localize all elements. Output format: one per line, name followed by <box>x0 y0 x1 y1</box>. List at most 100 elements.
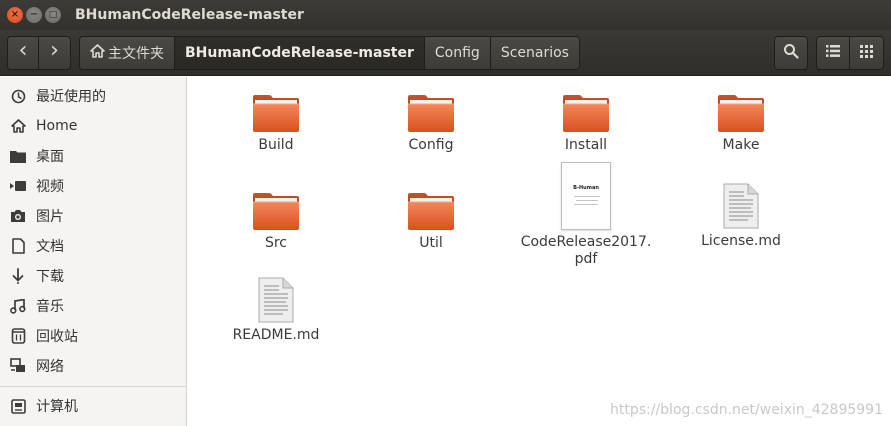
breadcrumb-home[interactable]: 主文件夹 <box>79 35 175 70</box>
title-bar: × − □ BHumanCodeRelease-master <box>0 0 891 30</box>
sidebar-item-label: Home <box>36 118 78 134</box>
file-item-util[interactable]: Util <box>361 191 501 252</box>
breadcrumb: 主文件夹 BHumanCodeRelease-master Config Sce… <box>79 35 580 70</box>
toolbar: ‹ › 主文件夹 BHumanCodeRelease-master Config… <box>0 30 891 76</box>
document-icon <box>10 238 26 254</box>
pdf-text-line <box>574 204 598 205</box>
sidebar-item-videos[interactable]: 视频 <box>0 171 186 201</box>
view-toggle <box>816 36 884 70</box>
watermark: https://blog.csdn.net/weixin_42895991 <box>609 402 883 418</box>
breadcrumb-current-label: BHumanCodeRelease-master <box>185 44 414 61</box>
file-item-config[interactable]: Config <box>361 93 501 154</box>
home-icon <box>10 118 26 134</box>
sidebar-item-pictures[interactable]: 图片 <box>0 201 186 231</box>
chevron-right-icon: › <box>50 38 59 63</box>
breadcrumb-config-label: Config <box>434 44 480 61</box>
list-view-icon <box>826 45 840 61</box>
sidebar-item-network[interactable]: 网络 <box>0 351 186 381</box>
file-name: Config <box>408 137 454 153</box>
sidebar-item-label: 视频 <box>36 179 64 195</box>
pdf-thumbnail-title: B-Human <box>573 185 599 191</box>
sidebar-item-home[interactable]: Home <box>0 111 186 141</box>
camera-icon <box>10 208 26 224</box>
navigation-buttons: ‹ › <box>7 35 71 70</box>
search-button[interactable] <box>774 36 808 70</box>
search-icon <box>783 43 799 63</box>
minimize-icon: − <box>29 9 39 20</box>
sidebar-item-label: 文档 <box>36 239 64 255</box>
sidebar-item-label: 图片 <box>36 209 64 225</box>
window-controls: × − □ <box>7 7 61 23</box>
breadcrumb-scenarios[interactable]: Scenarios <box>490 35 580 70</box>
clock-icon <box>10 88 26 104</box>
video-icon <box>10 178 26 194</box>
folder-icon <box>407 191 455 231</box>
sidebar-item-label: 计算机 <box>36 399 78 415</box>
text-file-icon <box>722 183 760 229</box>
maximize-icon: □ <box>48 9 58 20</box>
sidebar-item-label: 网络 <box>36 359 64 375</box>
list-view-button[interactable] <box>816 36 850 70</box>
sidebar-item-downloads[interactable]: 下载 <box>0 261 186 291</box>
sidebar-item-label: 音乐 <box>36 299 64 315</box>
folder-icon <box>252 191 300 231</box>
grid-view-button[interactable] <box>850 36 884 70</box>
file-name: Src <box>264 235 288 251</box>
sidebar-item-recent[interactable]: 最近使用的 <box>0 81 186 111</box>
file-view: Build Config Install Make Src Util B-Hum… <box>192 77 891 426</box>
file-item-make[interactable]: Make <box>671 93 811 154</box>
chevron-left-icon: ‹ <box>18 38 28 63</box>
breadcrumb-scenarios-label: Scenarios <box>500 44 569 61</box>
breadcrumb-current[interactable]: BHumanCodeRelease-master <box>175 35 425 70</box>
sidebar-divider <box>0 386 186 387</box>
sidebar-item-trash[interactable]: 回收站 <box>0 321 186 351</box>
file-name: Build <box>258 137 294 153</box>
file-name: Install <box>564 137 608 153</box>
file-name: README.md <box>232 327 320 343</box>
sidebar-item-label: 最近使用的 <box>36 89 106 105</box>
file-name: License.md <box>701 233 781 249</box>
folder-icon <box>407 93 455 133</box>
sidebar-item-music[interactable]: 音乐 <box>0 291 186 321</box>
forward-button[interactable]: › <box>39 35 71 70</box>
file-item-build[interactable]: Build <box>206 93 346 154</box>
close-icon: × <box>10 9 20 20</box>
sidebar-item-desktop[interactable]: 桌面 <box>0 141 186 171</box>
minimize-button[interactable]: − <box>26 7 42 23</box>
maximize-button[interactable]: □ <box>45 7 61 23</box>
file-name: Make <box>722 137 760 153</box>
close-button[interactable]: × <box>7 7 23 23</box>
file-item-install[interactable]: Install <box>516 93 656 154</box>
text-file-icon <box>257 277 295 323</box>
pdf-text-line <box>574 196 600 197</box>
back-button[interactable]: ‹ <box>7 35 39 70</box>
music-icon <box>10 298 26 314</box>
folder-icon <box>717 93 765 133</box>
right-toolbar <box>774 36 884 70</box>
breadcrumb-home-label: 主文件夹 <box>108 45 164 62</box>
file-item-pdf[interactable]: B-Human CodeRelease2017. pdf <box>516 162 656 268</box>
sidebar-item-label: 回收站 <box>36 329 78 345</box>
breadcrumb-config[interactable]: Config <box>424 35 491 70</box>
sidebar-item-computer[interactable]: 计算机 <box>0 391 186 421</box>
folder-icon <box>10 148 26 164</box>
sidebar: 最近使用的 Home 桌面 视频 图片 文档 下载 音乐 回收站 网络 计算机 <box>0 77 187 426</box>
download-icon <box>10 268 26 284</box>
computer-icon <box>10 398 26 414</box>
file-item-src[interactable]: Src <box>206 191 346 252</box>
sidebar-item-label: 桌面 <box>36 149 64 165</box>
folder-icon <box>562 93 610 133</box>
network-icon <box>10 358 26 374</box>
file-item-readme[interactable]: README.md <box>206 277 346 344</box>
file-name: CodeRelease2017. pdf <box>520 234 652 267</box>
file-name: Util <box>419 235 443 251</box>
grid-view-icon <box>860 44 873 62</box>
trash-icon <box>10 328 26 344</box>
home-icon <box>90 43 105 62</box>
sidebar-item-documents[interactable]: 文档 <box>0 231 186 261</box>
file-item-license[interactable]: License.md <box>671 183 811 250</box>
pdf-thumbnail-icon: B-Human <box>561 162 611 230</box>
pdf-text-line <box>576 200 598 201</box>
folder-icon <box>252 93 300 133</box>
sidebar-item-label: 下载 <box>36 269 64 285</box>
